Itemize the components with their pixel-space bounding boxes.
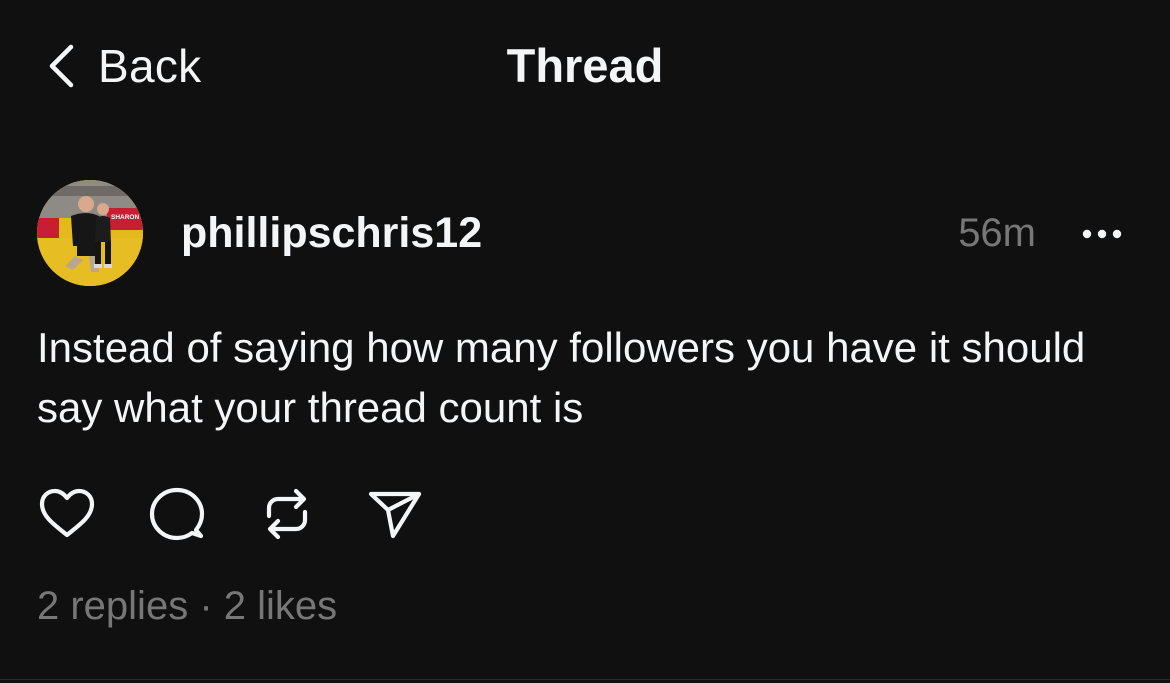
comment-bubble-icon — [149, 487, 205, 541]
action-bar — [37, 484, 425, 544]
avatar-photo: SHARON — [37, 180, 143, 286]
share-button[interactable] — [365, 484, 425, 544]
repost-icon — [266, 488, 308, 540]
repost-button[interactable] — [257, 484, 317, 544]
stats-separator: · — [188, 584, 224, 628]
avatar-banner-text: SHARON — [111, 214, 139, 221]
heart-icon — [39, 488, 95, 538]
likes-count[interactable]: 2 likes — [224, 584, 337, 628]
send-icon — [368, 491, 422, 539]
timestamp: 56m — [958, 211, 1036, 255]
like-button[interactable] — [37, 484, 97, 544]
reply-button[interactable] — [147, 484, 207, 544]
more-button[interactable] — [1080, 222, 1124, 246]
page-title: Thread — [506, 39, 664, 92]
avatar[interactable]: SHARON — [37, 180, 143, 286]
nav-bar: Back Thread — [0, 0, 1170, 135]
divider — [0, 679, 1170, 680]
post-stats: 2 replies · 2 likes — [37, 580, 337, 632]
replies-count[interactable]: 2 replies — [37, 584, 188, 628]
more-horizontal-icon — [1082, 229, 1122, 239]
username[interactable]: phillipschris12 — [181, 207, 482, 259]
post-text: Instead of saying how many followers you… — [37, 324, 1086, 431]
